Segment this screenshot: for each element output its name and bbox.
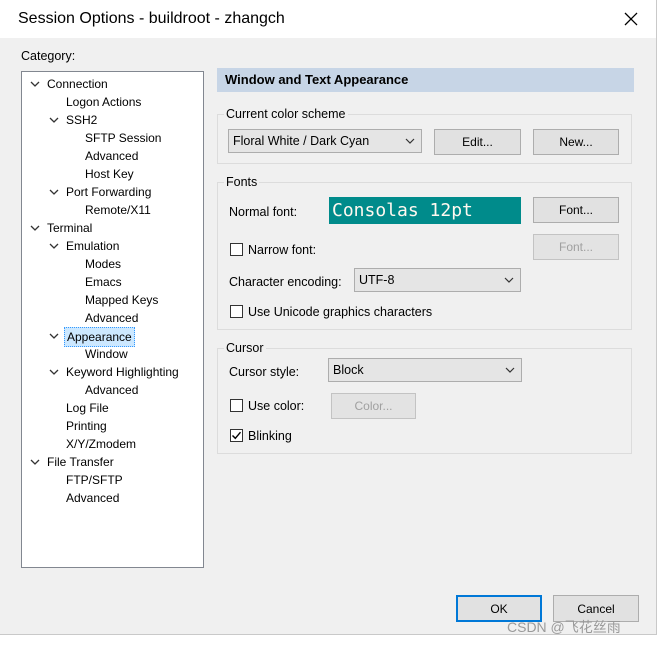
- chevron-down-icon[interactable]: [30, 223, 40, 233]
- tree-node[interactable]: Host Key: [22, 165, 202, 183]
- tree-node-label: Modes: [85, 257, 122, 271]
- use-color-label: Use color:: [248, 399, 305, 413]
- tree-node[interactable]: Advanced: [22, 147, 202, 165]
- tree-node-label: Mapped Keys: [85, 293, 159, 307]
- chevron-down-icon: [405, 138, 415, 144]
- tree-node[interactable]: Emulation: [22, 237, 202, 255]
- chevron-down-icon[interactable]: [49, 367, 59, 377]
- tree-node[interactable]: Terminal: [22, 219, 202, 237]
- chevron-down-icon[interactable]: [49, 187, 59, 197]
- color-scheme-select[interactable]: Floral White / Dark Cyan: [228, 129, 422, 153]
- tree-node[interactable]: Log File: [22, 399, 202, 417]
- tree-node-label: X/Y/Zmodem: [66, 437, 137, 451]
- category-tree[interactable]: Connection Logon Actions SSH2 SFTP Session A…: [21, 71, 204, 568]
- tree-node-label: Window: [85, 347, 128, 361]
- tree-node-label: Remote/X11: [85, 203, 151, 217]
- window-title: Session Options - buildroot - zhangch: [18, 10, 285, 27]
- blinking-checkbox[interactable]: [230, 429, 243, 442]
- session-options-dialog: Session Options - buildroot - zhangch Ca…: [0, 0, 657, 635]
- tree-node-label: Keyword Highlighting: [66, 365, 179, 379]
- encoding-value: UTF-8: [359, 273, 395, 287]
- chevron-down-icon[interactable]: [49, 115, 59, 125]
- blinking-label: Blinking: [248, 429, 292, 443]
- normal-font-label: Normal font:: [229, 205, 298, 219]
- color-scheme-value: Floral White / Dark Cyan: [233, 134, 370, 148]
- fonts-group-title: Fonts: [224, 175, 260, 189]
- tree-node[interactable]: Printing: [22, 417, 202, 435]
- tree-node-label: Appearance: [64, 327, 135, 347]
- watermark: CSDN @飞花丝雨: [507, 619, 621, 635]
- tree-node[interactable]: Emacs: [22, 273, 202, 291]
- chevron-down-icon[interactable]: [49, 331, 59, 341]
- category-label: Category:: [21, 49, 76, 63]
- chevron-down-icon[interactable]: [30, 79, 40, 89]
- cursor-style-value: Block: [333, 363, 364, 377]
- tree-node[interactable]: Keyword Highlighting: [22, 363, 202, 381]
- tree-node[interactable]: Advanced: [22, 489, 202, 507]
- tree-node[interactable]: Connection: [22, 75, 202, 93]
- tree-node-label: Emacs: [85, 275, 122, 289]
- tree-node[interactable]: Remote/X11: [22, 201, 202, 219]
- checkmark-icon: [232, 431, 242, 440]
- tree-node[interactable]: Appearance: [22, 327, 202, 347]
- tree-node-label: Advanced: [85, 149, 139, 163]
- color-scheme-group-title: Current color scheme: [224, 107, 348, 121]
- encoding-select[interactable]: UTF-8: [354, 268, 521, 292]
- tree-node-label: SSH2: [66, 113, 98, 127]
- tree-node-label: Advanced: [66, 491, 120, 505]
- tree-node[interactable]: File Transfer: [22, 453, 202, 471]
- chevron-down-icon: [505, 367, 515, 373]
- cursor-color-button[interactable]: Color...: [331, 393, 416, 419]
- narrow-font-button[interactable]: Font...: [533, 234, 619, 260]
- tree-node[interactable]: Port Forwarding: [22, 183, 202, 201]
- unicode-graphics-checkbox[interactable]: [230, 305, 243, 318]
- encoding-label: Character encoding:: [229, 275, 342, 289]
- use-color-checkbox[interactable]: [230, 399, 243, 412]
- chevron-down-icon[interactable]: [30, 457, 40, 467]
- tree-node-label: Connection: [47, 77, 108, 91]
- normal-font-preview: Consolas 12pt: [329, 197, 521, 224]
- normal-font-button[interactable]: Font...: [533, 197, 619, 223]
- tree-node[interactable]: Logon Actions: [22, 93, 202, 111]
- chevron-down-icon: [504, 277, 514, 283]
- tree-node-label: Host Key: [85, 167, 134, 181]
- cursor-style-select[interactable]: Block: [328, 358, 522, 382]
- edit-button[interactable]: Edit...: [434, 129, 521, 155]
- tree-node-label: File Transfer: [47, 455, 114, 469]
- tree-node[interactable]: Advanced: [22, 309, 202, 327]
- tree-node[interactable]: Modes: [22, 255, 202, 273]
- tree-node[interactable]: Window: [22, 345, 202, 363]
- tree-node-label: SFTP Session: [85, 131, 162, 145]
- tree-node-label: Terminal: [47, 221, 93, 235]
- panel-header: Window and Text Appearance: [217, 68, 634, 92]
- unicode-graphics-label: Use Unicode graphics characters: [248, 305, 433, 319]
- narrow-font-checkbox[interactable]: [230, 243, 243, 256]
- tree-node-label: Advanced: [85, 383, 139, 397]
- cursor-group-title: Cursor: [224, 341, 266, 355]
- cursor-style-label: Cursor style:: [229, 365, 300, 379]
- tree-node[interactable]: X/Y/Zmodem: [22, 435, 202, 453]
- new-button[interactable]: New...: [533, 129, 619, 155]
- tree-node-label: Log File: [66, 401, 109, 415]
- narrow-font-label: Narrow font:: [248, 243, 317, 257]
- chevron-down-icon[interactable]: [49, 241, 59, 251]
- tree-node[interactable]: Mapped Keys: [22, 291, 202, 309]
- tree-node-label: Printing: [66, 419, 107, 433]
- tree-node-label: Port Forwarding: [66, 185, 152, 199]
- close-icon: [624, 12, 638, 26]
- tree-node-label: Emulation: [66, 239, 120, 253]
- tree-node-label: Advanced: [85, 311, 139, 325]
- tree-node[interactable]: SSH2: [22, 111, 202, 129]
- title-bar: Session Options - buildroot - zhangch: [0, 0, 656, 38]
- tree-node-label: Logon Actions: [66, 95, 142, 109]
- tree-node-label: FTP/SFTP: [66, 473, 123, 487]
- tree-node[interactable]: Advanced: [22, 381, 202, 399]
- tree-node[interactable]: SFTP Session: [22, 129, 202, 147]
- tree-node[interactable]: FTP/SFTP: [22, 471, 202, 489]
- close-button[interactable]: [614, 2, 648, 36]
